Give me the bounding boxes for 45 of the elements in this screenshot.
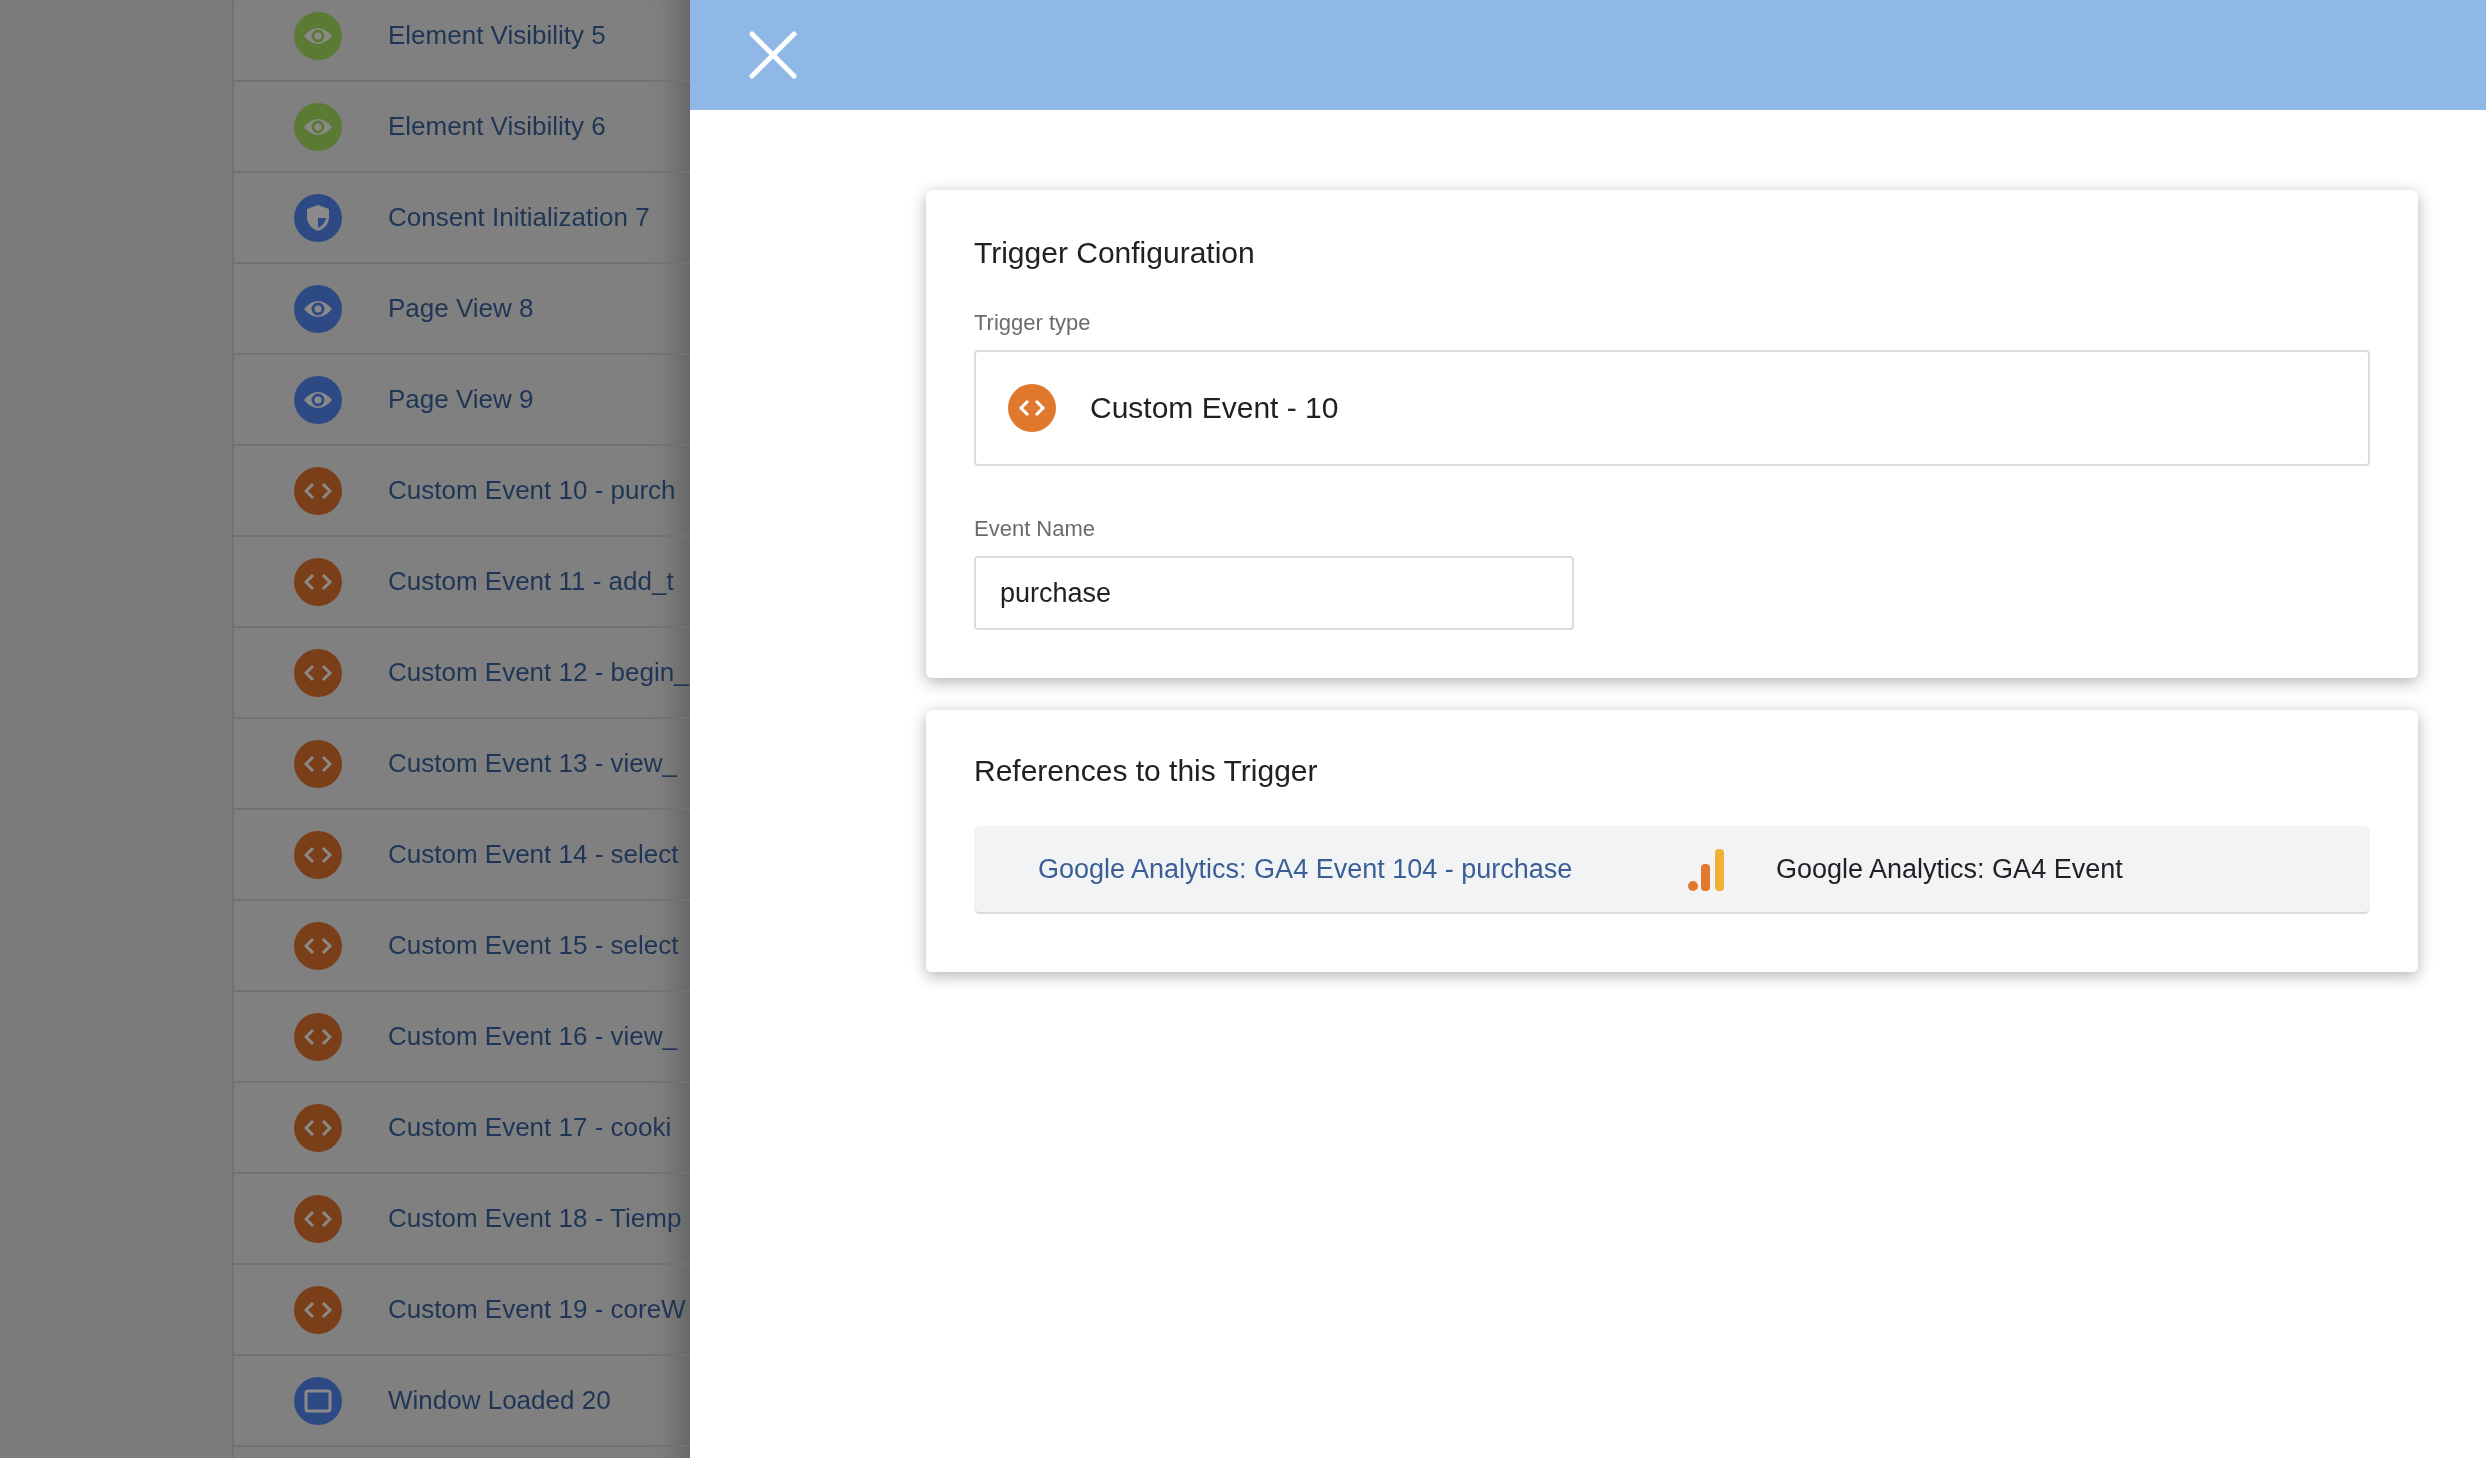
- trigger-name[interactable]: Custom Event 17 - cooki: [388, 1112, 672, 1143]
- field-label: Trigger type: [974, 310, 1092, 336]
- code-icon: [304, 572, 332, 591]
- trigger-name[interactable]: Custom Event 13 - view_: [388, 748, 677, 779]
- code-icon: [304, 936, 332, 955]
- eye-icon: [303, 25, 333, 46]
- card-title: Trigger Configuration: [974, 236, 1256, 270]
- eye-icon: [303, 389, 333, 410]
- card-title: References to this Trigger: [974, 754, 1319, 788]
- trigger-name[interactable]: Custom Event 16 - view_: [388, 1021, 677, 1052]
- trigger-name[interactable]: Element Visibility 5: [388, 20, 606, 51]
- trigger-name[interactable]: Element Visibility 6: [388, 111, 606, 142]
- close-button[interactable]: [746, 28, 800, 82]
- trigger-name[interactable]: Custom Event 15 - select: [388, 930, 679, 961]
- trigger-name[interactable]: Custom Event 18 - Tiemp: [388, 1203, 682, 1234]
- code-icon: [304, 481, 332, 500]
- event-name-field[interactable]: purchase: [974, 556, 1574, 630]
- trigger-name[interactable]: Custom Event 12 - begin_: [388, 657, 689, 688]
- code-icon: [304, 1209, 332, 1228]
- window-icon: [304, 1388, 332, 1413]
- trigger-name[interactable]: Page View 9: [388, 384, 534, 415]
- trigger-name[interactable]: Custom Event 14 - select: [388, 839, 679, 870]
- trigger-name[interactable]: Window Loaded 20: [388, 1385, 611, 1416]
- code-icon: [304, 754, 332, 773]
- code-icon: [304, 1118, 332, 1137]
- code-icon: [304, 1300, 332, 1319]
- trigger-name[interactable]: Consent Initialization 7: [388, 202, 650, 233]
- trigger-type-value: Custom Event - 10: [1090, 391, 1339, 425]
- field-label: Event Name: [974, 516, 1097, 542]
- code-icon: [304, 845, 332, 864]
- trigger-name[interactable]: Page View 8: [388, 293, 534, 324]
- shield-icon: [306, 203, 330, 232]
- tag-type: Google Analytics: GA4 Event: [1776, 853, 2123, 885]
- bar-chart-icon: [1688, 847, 1726, 891]
- eye-icon: [303, 298, 333, 319]
- eye-icon: [303, 116, 333, 137]
- trigger-type-selector[interactable]: Custom Event - 10: [974, 350, 2370, 466]
- close-icon: [746, 28, 800, 82]
- trigger-name[interactable]: Custom Event 19 - coreW: [388, 1294, 686, 1325]
- code-icon: [1008, 384, 1056, 432]
- trigger-name[interactable]: Custom Event 10 - purch: [388, 475, 676, 506]
- tag-link[interactable]: Google Analytics: GA4 Event 104 - purchase: [1038, 853, 1688, 885]
- trigger-name[interactable]: Custom Event 11 - add_t: [388, 566, 674, 597]
- code-icon: [304, 663, 332, 682]
- code-icon: [304, 1027, 332, 1046]
